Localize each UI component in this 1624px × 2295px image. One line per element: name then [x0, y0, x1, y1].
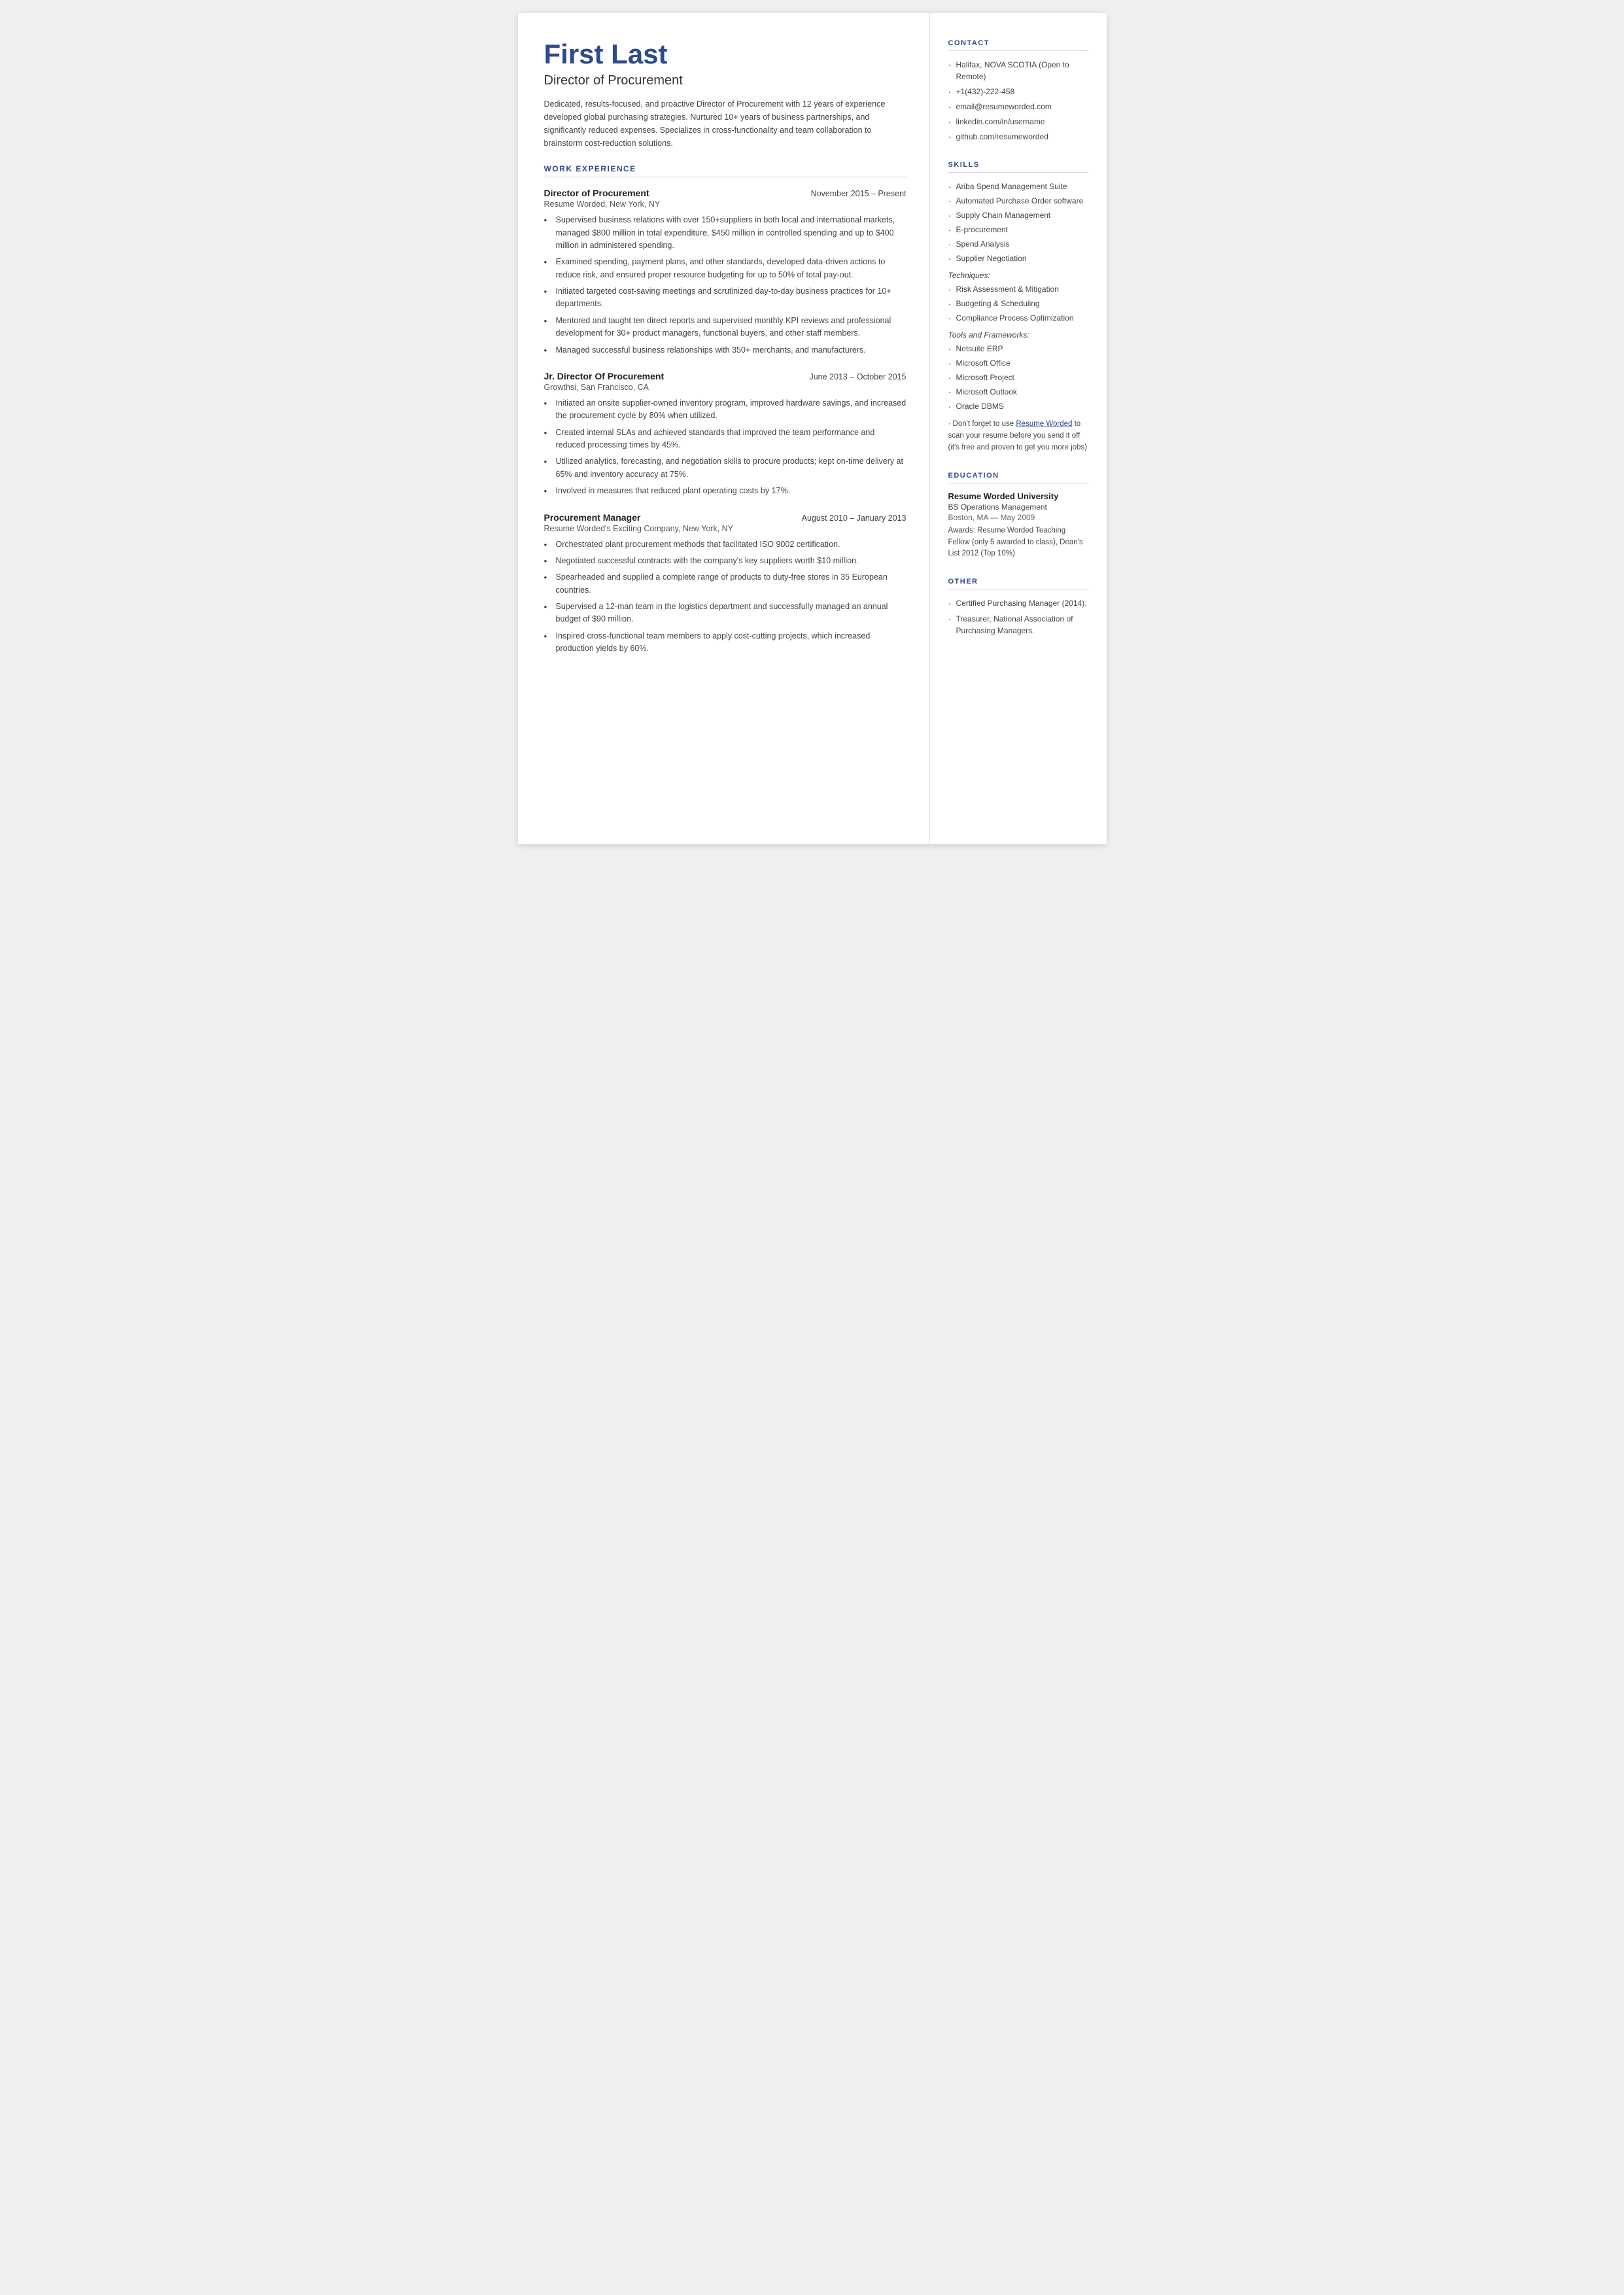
edu-school: Resume Worded University: [948, 491, 1088, 501]
contact-github: github.com/resumeworded: [948, 131, 1088, 143]
bullet-3-4: Supervised a 12-man team in the logistic…: [544, 601, 907, 626]
education-section: EDUCATION Resume Worded University BS Op…: [948, 472, 1088, 559]
job-dates-1: November 2015 – Present: [811, 189, 907, 198]
job-position-2: Jr. Director Of Procurement: [544, 371, 665, 381]
skill-4: E-procurement: [948, 224, 1088, 236]
skills-section: SKILLS Ariba Spend Management Suite Auto…: [948, 161, 1088, 453]
tools-list: Netsuite ERP Microsoft Office Microsoft …: [948, 343, 1088, 412]
job-company-2: Growthsi, San Francisco, CA: [544, 383, 907, 392]
contact-list: Halifax, NOVA SCOTIA (Open to Remote) +1…: [948, 59, 1088, 143]
bullet-3-2: Negotiated successful contracts with the…: [544, 555, 907, 567]
tool-1: Netsuite ERP: [948, 343, 1088, 355]
job-bullets-1: Supervised business relations with over …: [544, 214, 907, 357]
techniques-label: Techniques:: [948, 271, 1088, 280]
job-header-1: Director of Procurement November 2015 – …: [544, 188, 907, 198]
skill-1: Ariba Spend Management Suite: [948, 181, 1088, 192]
techniques-list: Risk Assessment & Mitigation Budgeting &…: [948, 283, 1088, 324]
job-dates-2: June 2013 – October 2015: [809, 372, 906, 381]
edu-awards: Awards: Resume Worded Teaching Fellow (o…: [948, 525, 1088, 559]
contact-location: Halifax, NOVA SCOTIA (Open to Remote): [948, 59, 1088, 82]
bullet-3-1: Orchestrated plant procurement methods t…: [544, 538, 907, 551]
job-header-3: Procurement Manager August 2010 – Januar…: [544, 512, 907, 523]
left-column: First Last Director of Procurement Dedic…: [518, 13, 930, 844]
other-section: OTHER Certified Purchasing Manager (2014…: [948, 578, 1088, 637]
skill-2: Automated Purchase Order software: [948, 195, 1088, 207]
bullet-2-2: Created internal SLAs and achieved stand…: [544, 427, 907, 452]
right-column: CONTACT Halifax, NOVA SCOTIA (Open to Re…: [930, 13, 1107, 844]
skill-3: Supply Chain Management: [948, 209, 1088, 221]
tool-3: Microsoft Project: [948, 372, 1088, 383]
contact-phone: +1(432)-222-458: [948, 86, 1088, 97]
job-company-1: Resume Worded, New York, NY: [544, 200, 907, 209]
contact-section: CONTACT Halifax, NOVA SCOTIA (Open to Re…: [948, 39, 1088, 143]
other-item-1: Certified Purchasing Manager (2014).: [948, 597, 1088, 609]
tools-label: Tools and Frameworks:: [948, 330, 1088, 340]
resume-page: First Last Director of Procurement Dedic…: [518, 13, 1107, 844]
contact-section-title: CONTACT: [948, 39, 1088, 51]
edu-location: Boston, MA — May 2009: [948, 513, 1088, 522]
bullet-1-5: Managed successful business relationship…: [544, 344, 907, 357]
core-skills-list: Ariba Spend Management Suite Automated P…: [948, 181, 1088, 264]
tool-5: Oracle DBMS: [948, 400, 1088, 412]
job-header-2: Jr. Director Of Procurement June 2013 – …: [544, 371, 907, 381]
bullet-2-4: Involved in measures that reduced plant …: [544, 485, 907, 497]
job-position-1: Director of Procurement: [544, 188, 649, 198]
bullet-3-3: Spearheaded and supplied a complete rang…: [544, 571, 907, 597]
contact-linkedin: linkedin.com/in/username: [948, 116, 1088, 128]
technique-1: Risk Assessment & Mitigation: [948, 283, 1088, 295]
candidate-name: First Last: [544, 39, 907, 69]
job-block-2: Jr. Director Of Procurement June 2013 – …: [544, 371, 907, 498]
bullet-1-3: Initiated targeted cost-saving meetings …: [544, 285, 907, 311]
resume-worded-link[interactable]: Resume Worded: [1016, 420, 1072, 428]
other-item-2: Treasurer, National Association of Purch…: [948, 613, 1088, 637]
job-bullets-2: Initiated an onsite supplier-owned inven…: [544, 397, 907, 498]
job-block-3: Procurement Manager August 2010 – Januar…: [544, 512, 907, 656]
bullet-2-3: Utilized analytics, forecasting, and neg…: [544, 455, 907, 481]
bullet-1-2: Examined spending, payment plans, and ot…: [544, 256, 907, 281]
job-company-3: Resume Worded's Exciting Company, New Yo…: [544, 524, 907, 533]
job-title: Director of Procurement: [544, 73, 907, 88]
resume-worded-note: · Don't forget to use Resume Worded to s…: [948, 419, 1088, 453]
education-section-title: EDUCATION: [948, 472, 1088, 483]
summary-text: Dedicated, results-focused, and proactiv…: [544, 97, 907, 150]
bullet-2-1: Initiated an onsite supplier-owned inven…: [544, 397, 907, 423]
skills-section-title: SKILLS: [948, 161, 1088, 173]
bullet-1-4: Mentored and taught ten direct reports a…: [544, 315, 907, 340]
other-list: Certified Purchasing Manager (2014). Tre…: [948, 597, 1088, 637]
work-experience-section-title: WORK EXPERIENCE: [544, 164, 907, 177]
skill-5: Spend Analysis: [948, 238, 1088, 250]
contact-email: email@resumeworded.com: [948, 101, 1088, 113]
bullet-3-5: Inspired cross-functional team members t…: [544, 630, 907, 656]
technique-2: Budgeting & Scheduling: [948, 298, 1088, 309]
job-bullets-3: Orchestrated plant procurement methods t…: [544, 538, 907, 656]
edu-degree: BS Operations Management: [948, 502, 1088, 512]
job-dates-3: August 2010 – January 2013: [802, 514, 907, 523]
other-section-title: OTHER: [948, 578, 1088, 589]
tool-2: Microsoft Office: [948, 357, 1088, 369]
job-block-1: Director of Procurement November 2015 – …: [544, 188, 907, 357]
skill-6: Supplier Negotiation: [948, 253, 1088, 264]
bullet-1-1: Supervised business relations with over …: [544, 214, 907, 252]
technique-3: Compliance Process Optimization: [948, 312, 1088, 324]
tool-4: Microsoft Outlook: [948, 386, 1088, 398]
job-position-3: Procurement Manager: [544, 512, 641, 523]
